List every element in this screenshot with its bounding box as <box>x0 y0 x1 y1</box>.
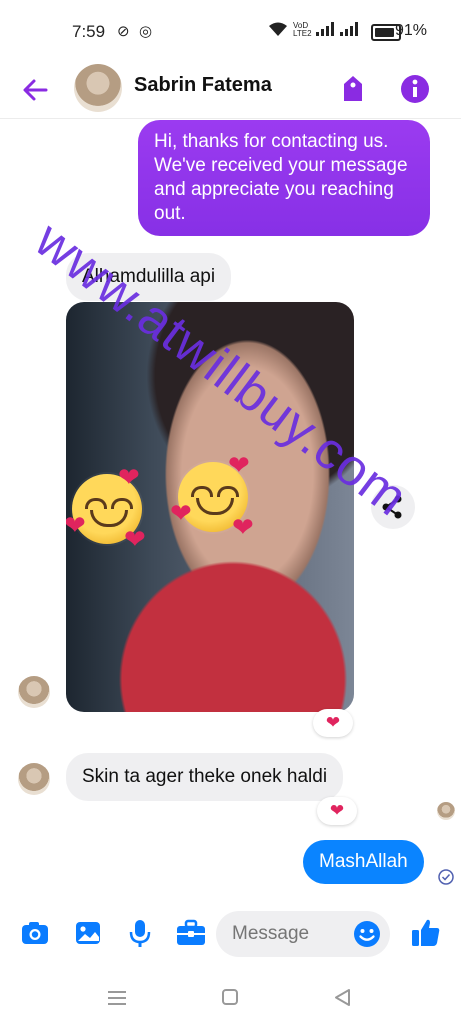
heart-reaction[interactable]: ❤ <box>317 797 357 825</box>
home-icon[interactable] <box>215 985 245 1011</box>
back-icon[interactable] <box>328 985 358 1011</box>
system-nav-bar <box>0 975 461 1024</box>
message-bubble-outgoing[interactable]: Hi, thanks for contacting us. We've rece… <box>138 120 430 236</box>
message-bubble-incoming[interactable]: Skin ta ager theke onek haldi <box>66 753 344 801</box>
status-time: 7:59 <box>72 22 106 41</box>
chat-header: Sabrin Fatema <box>0 62 461 119</box>
microphone-icon[interactable] <box>122 915 158 951</box>
message-composer <box>0 905 461 965</box>
back-arrow-icon[interactable] <box>18 70 58 110</box>
delivered-check-icon <box>438 869 454 885</box>
message-bubble-outgoing[interactable]: MashAllah <box>303 840 424 884</box>
smiling-hearts-emoji-left: ❤ ❤ ❤ <box>66 462 146 554</box>
recent-apps-icon[interactable] <box>102 985 132 1011</box>
share-icon[interactable] <box>371 485 415 529</box>
emoji-icon[interactable] <box>350 917 384 951</box>
gallery-icon[interactable] <box>70 915 106 951</box>
seen-avatar <box>437 802 455 820</box>
briefcase-icon[interactable] <box>173 915 209 951</box>
battery-percent: 91% <box>394 22 427 39</box>
vpn-icon: ⊘ <box>117 23 130 40</box>
thumbs-up-icon[interactable] <box>408 915 444 951</box>
signal-2-icon <box>340 22 358 40</box>
sender-avatar[interactable] <box>18 763 50 795</box>
tag-icon[interactable] <box>334 70 372 108</box>
message-bubble-incoming[interactable]: Alhamdulilla api <box>66 253 232 301</box>
contact-avatar[interactable] <box>74 64 122 112</box>
camera-icon[interactable] <box>17 915 53 951</box>
photo-attachment[interactable]: ❤ ❤ ❤ ❤ ❤ ❤ <box>66 302 354 712</box>
signal-1-icon <box>316 22 334 40</box>
heart-reaction[interactable]: ❤ <box>313 709 353 737</box>
status-bar: 7:59 ⊘ ◎ VoD LTE2 91% <box>0 0 461 62</box>
wifi-icon <box>268 22 288 42</box>
network-label: VoD LTE2 <box>293 21 312 38</box>
sender-avatar[interactable] <box>18 676 50 708</box>
smiling-hearts-emoji-right: ❤ ❤ ❤ <box>170 450 254 542</box>
info-icon[interactable] <box>396 70 434 108</box>
messenger-icon: ◎ <box>139 23 153 40</box>
contact-name[interactable]: Sabrin Fatema <box>134 74 272 97</box>
